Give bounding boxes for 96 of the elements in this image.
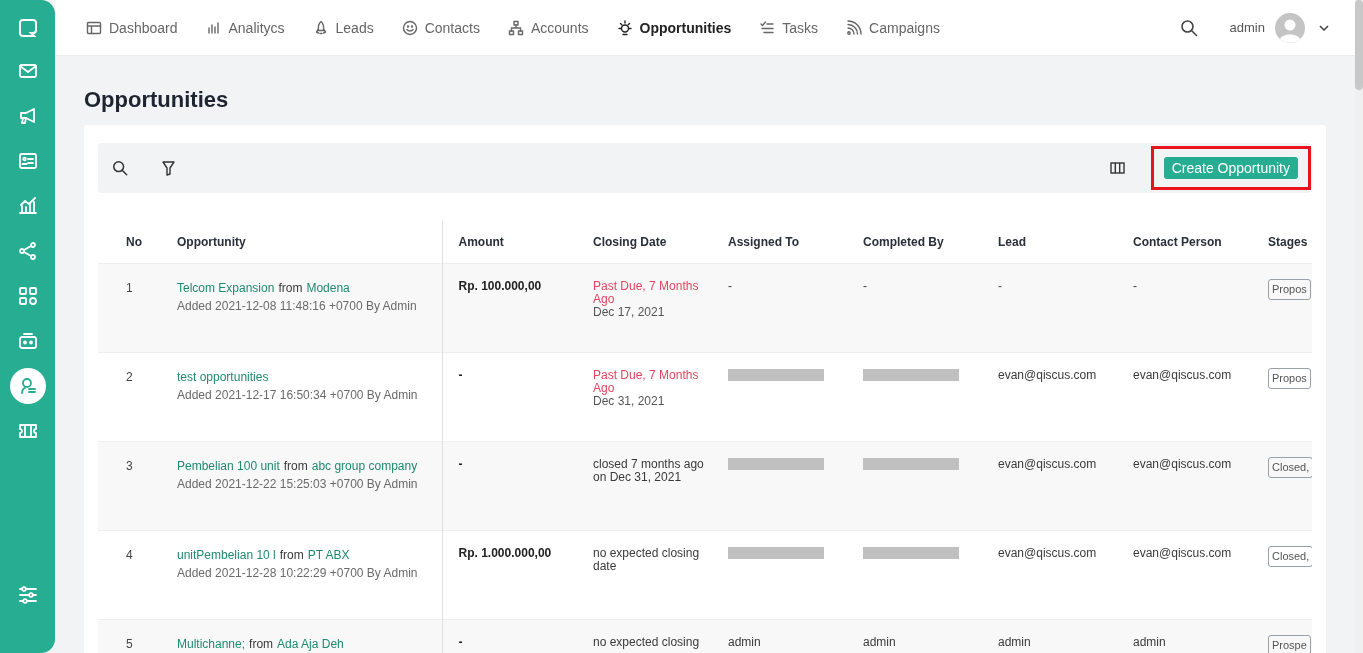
contact-text: admin [1133,635,1166,649]
column-header: No [98,221,177,264]
sidebar-item[interactable] [9,368,46,404]
amount-text: Rp. 100.000,00 [458,279,542,293]
row-number: 2 [126,370,133,384]
stage-tag[interactable]: Propos [1268,368,1311,389]
amount-text: - [458,457,463,471]
opportunity-link[interactable]: Pembelian 100 unit [177,459,280,473]
nav-tab[interactable]: Opportunities [616,19,732,36]
opportunity-link[interactable]: test opportunities [177,370,269,384]
company-link[interactable]: abc group company [311,459,418,473]
row-number: 5 [126,637,133,651]
filter-icon[interactable] [162,160,175,176]
share-icon [17,241,38,261]
chart-icon [17,196,38,216]
stage-tag[interactable]: Prospe [1268,635,1311,653]
lead-text: evan@qiscus.com [998,368,1097,382]
amount-text: - [458,368,463,382]
checklist-icon [759,19,776,36]
stage-tag[interactable]: Closed, [1268,546,1312,567]
contact-text: evan@qiscus.com [1133,546,1232,560]
past-due-text: Past Due, 7 Months Ago [593,369,700,395]
row-number: 1 [126,281,133,295]
column-header: Contact Person [1117,221,1252,264]
robot-icon [17,331,38,351]
added-info-text: Added 2021-12-22 15:25:03 +0700 By Admin [177,478,419,491]
nav-tab[interactable]: Analitycs [205,19,285,36]
nav-tab[interactable]: Leads [312,19,374,36]
rss-icon [846,19,863,36]
mail-icon [17,61,38,81]
row-number: 3 [126,459,133,473]
closing-status-text: no expected closing date [593,547,701,573]
closing-status-text: closed 7 months ago on Dec 31, 2021 [593,458,704,484]
nav-tab[interactable]: Dashboard [86,19,178,36]
from-text: from [249,637,274,651]
opportunity-link[interactable]: Multichanne; [177,637,246,651]
company-link[interactable]: Ada Aja Deh [277,637,344,651]
lightbulb-icon [616,19,633,36]
bar-chart-icon [205,19,222,36]
opportunity-link[interactable]: Telcom Expansion [177,281,275,295]
contact-text: evan@qiscus.com [1133,368,1232,382]
amount-text: - [458,635,463,649]
grid-icon [17,286,38,306]
from-text: from [278,281,303,295]
company-link[interactable]: Modena [306,281,350,295]
lead-text: admin [998,635,1031,649]
search-icon[interactable] [1179,18,1198,37]
from-text: from [283,459,308,473]
columns-icon[interactable] [1109,162,1125,174]
user-text: - [863,279,867,293]
from-text: from [279,548,304,562]
stage-tag[interactable]: Propos [1268,279,1311,300]
closing-date-text: Dec 17, 2021 [593,306,666,319]
megaphone-icon [17,106,38,126]
closing-date-text: Dec 31, 2021 [593,395,666,408]
scrollbar[interactable] [1355,0,1363,653]
contact-text: - [1133,279,1137,293]
amount-text: Rp. 1.000.000,00 [458,546,552,560]
contact-text: evan@qiscus.com [1133,457,1232,471]
lead-text: evan@qiscus.com [998,546,1097,560]
user-text: admin [728,635,761,649]
sliders-icon[interactable] [17,585,38,605]
page-title: Opportunities [84,87,230,113]
search-icon[interactable] [112,160,128,176]
closing-status-text: no expected closing [593,636,701,649]
column-header: Stages [1252,221,1312,264]
nav-tab[interactable]: Accounts [507,19,589,36]
chevron-down-icon[interactable] [1319,24,1329,31]
user-text: admin [863,635,896,649]
id-card-icon [17,151,38,171]
lead-text: evan@qiscus.com [998,457,1097,471]
ticket-icon [17,421,38,441]
lead-text: - [998,279,1002,293]
column-header: Assigned To [712,221,847,264]
nav-tab[interactable]: Campaigns [846,19,940,36]
avatar-silhouette-icon[interactable] [1275,12,1305,43]
row-number: 4 [126,548,133,562]
user-text: - [728,279,732,293]
nav-tab[interactable]: Contacts [401,19,480,36]
column-header: Closing Date [577,221,712,264]
company-link[interactable]: PT ABX [307,548,350,562]
past-due-text: Past Due, 7 Months Ago [593,280,700,306]
user-name[interactable]: admin [1229,20,1265,35]
column-header: Completed By [847,221,982,264]
hierarchy-icon [507,19,524,36]
smiley-icon [401,19,418,36]
column-header: Amount [442,221,577,264]
layout-icon [86,19,102,36]
added-info-text: Added 2021-12-08 11:48:16 +0700 By Admin [177,300,418,313]
nav-tab[interactable]: Tasks [759,19,819,36]
added-info-text: Added 2021-12-17 16:50:34 +0700 By Admin [177,389,419,402]
opportunity-link[interactable]: unitPembelian 10 l [177,548,276,562]
column-header: Lead [982,221,1117,264]
added-info-text: Added 2021-12-28 10:22:29 +0700 By Admin [177,567,419,580]
stage-tag[interactable]: Closed, [1268,457,1312,478]
chat-bubble-logo-icon[interactable] [17,18,38,38]
